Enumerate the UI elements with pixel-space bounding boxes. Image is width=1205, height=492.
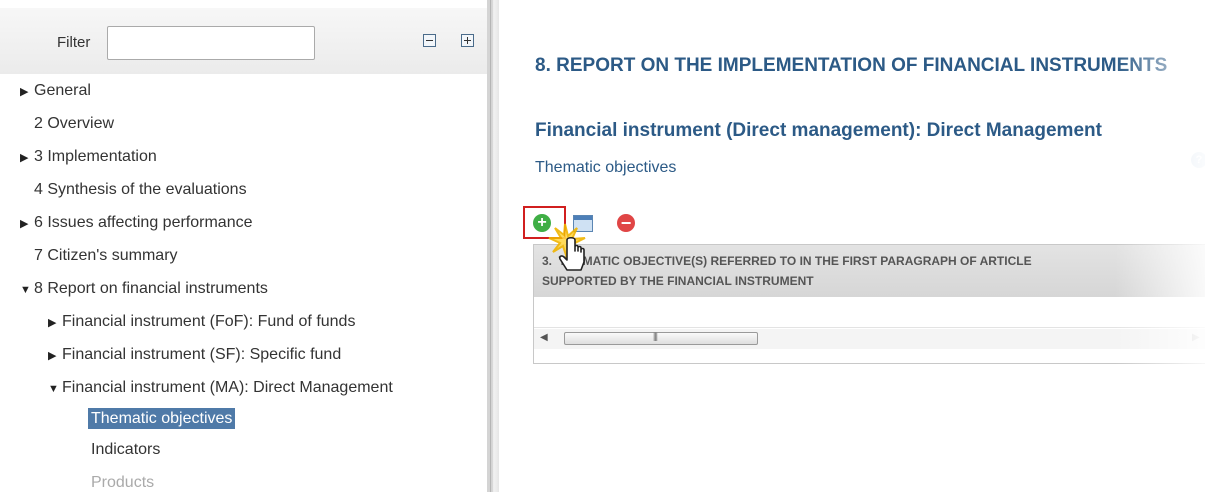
expand-arrow-icon[interactable]: ▶ xyxy=(20,212,34,236)
tree-item-implementation[interactable]: ▶ 3 Implementation xyxy=(20,145,157,169)
tree-item-fund-of-funds[interactable]: ▶ Financial instrument (FoF): Fund of fun… xyxy=(48,310,355,334)
collapse-arrow-icon[interactable]: ▼ xyxy=(48,377,62,401)
tree-item-citizens-summary[interactable]: 7 Citizen's summary xyxy=(34,244,178,268)
filter-input[interactable] xyxy=(107,26,315,60)
tree-item-products[interactable]: Products xyxy=(91,471,154,492)
filter-bar: Filter xyxy=(0,8,487,74)
section-subtitle: Financial instrument (Direct management)… xyxy=(535,120,1102,141)
expand-arrow-icon[interactable]: ▶ xyxy=(20,146,34,170)
expand-arrow-icon[interactable]: ▶ xyxy=(20,80,34,104)
collapse-arrow-icon[interactable]: ▼ xyxy=(20,278,34,302)
tree-item-specific-fund[interactable]: ▶ Financial instrument (SF): Specific fun… xyxy=(48,343,341,367)
expand-arrow-icon[interactable]: ▶ xyxy=(48,344,62,368)
tree-item-direct-management[interactable]: ▼ Financial instrument (MA): Direct Manag… xyxy=(48,376,393,400)
tree-item-overview[interactable]: 2 Overview xyxy=(34,112,114,136)
panel-splitter[interactable] xyxy=(487,0,499,492)
tree-item-synthesis[interactable]: 4 Synthesis of the evaluations xyxy=(34,178,247,202)
tree-item-issues[interactable]: ▶ 6 Issues affecting performance xyxy=(20,211,253,235)
main-content: 8. REPORT ON THE IMPLEMENTATION OF FINAN… xyxy=(499,0,1205,492)
delete-icon[interactable]: − xyxy=(617,214,635,232)
expand-arrow-icon[interactable]: ▶ xyxy=(48,311,62,335)
filter-label: Filter xyxy=(57,34,91,51)
horizontal-scrollbar[interactable]: ◀ ▶ xyxy=(534,329,1205,349)
expand-all-icon[interactable] xyxy=(461,34,474,47)
navigation-sidebar: Filter ▶ General 2 Overview ▶ 3 Implementa… xyxy=(0,0,487,492)
grid-header-line1: 3. THEMATIC OBJECTIVE(S) REFERRED TO IN … xyxy=(542,254,1032,268)
section-label: Thematic objectives xyxy=(535,159,677,176)
scroll-right-arrow-icon[interactable]: ▶ xyxy=(1192,332,1200,343)
scroll-left-arrow-icon[interactable]: ◀ xyxy=(540,332,548,343)
page-title: 8. REPORT ON THE IMPLEMENTATION OF FINAN… xyxy=(535,55,1168,76)
hand-cursor-icon xyxy=(548,223,586,271)
tree-item-thematic-objectives[interactable]: Thematic objectives xyxy=(88,407,236,431)
tree-item-general[interactable]: ▶ General xyxy=(20,79,91,103)
help-icon[interactable]: ? xyxy=(1191,152,1205,168)
scroll-thumb[interactable] xyxy=(564,331,758,345)
grid-column-header[interactable]: 3. THEMATIC OBJECTIVE(S) REFERRED TO IN … xyxy=(534,245,1205,297)
thematic-objectives-grid: 3. THEMATIC OBJECTIVE(S) REFERRED TO IN … xyxy=(533,244,1205,364)
collapse-all-icon[interactable] xyxy=(423,34,436,47)
grid-empty-row xyxy=(534,297,1205,328)
tree-item-indicators[interactable]: Indicators xyxy=(91,438,160,462)
tree-item-financial-instruments[interactable]: ▼ 8 Report on financial instruments xyxy=(20,277,268,301)
